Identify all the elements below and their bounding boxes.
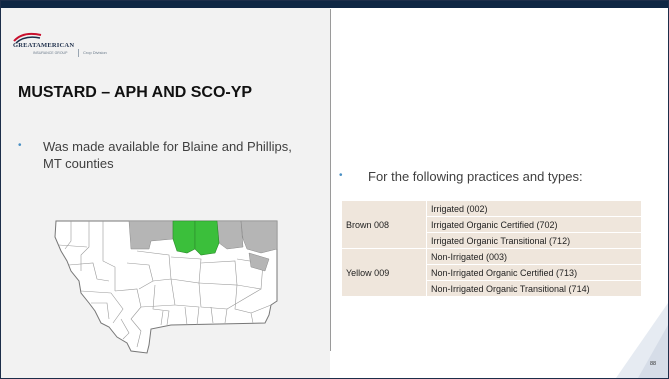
highlighted-counties <box>172 220 220 256</box>
county-phillips <box>194 220 220 256</box>
right-bullet-text: For the following practices and types: <box>368 169 583 184</box>
page-number: 88 <box>650 361 657 367</box>
left-bullet-text: Was made available for Blaine and Philli… <box>43 139 292 171</box>
logo-sub-text: INSURANCE GROUP <box>33 51 68 55</box>
practices-table: Brown 008 Irrigated (002) Irrigated Orga… <box>341 200 642 297</box>
type-cell: Yellow 009 <box>341 248 427 297</box>
table-row: Yellow 009 Non-Irrigated (003) <box>341 248 642 297</box>
practice-cell: Non-Irrigated Organic Certified (713) <box>426 264 642 281</box>
corner-decoration <box>616 303 668 378</box>
type-cell: Brown 008 <box>341 200 427 249</box>
panel-divider <box>330 9 331 351</box>
logo-main-text: GREATAMERICAN <box>13 42 75 49</box>
bullet-icon: • <box>339 170 343 181</box>
logo-divider <box>78 49 79 57</box>
logo-crop-text: Crop Division <box>83 50 107 55</box>
slide-title: MUSTARD – APH AND SCO-YP <box>18 84 253 101</box>
company-logo: GREATAMERICAN INSURANCE GROUP Crop Divis… <box>13 29 123 61</box>
county-blaine <box>172 220 196 254</box>
slide: GREATAMERICAN INSURANCE GROUP Crop Divis… <box>0 0 669 379</box>
practice-cell: Non-Irrigated Organic Transitional (714) <box>426 280 642 297</box>
table-row: Brown 008 Irrigated (002) <box>341 200 642 249</box>
header-bar <box>1 1 668 8</box>
bullet-icon: • <box>18 140 22 151</box>
practice-cell: Irrigated (002) <box>426 200 642 217</box>
practice-cell: Non-Irrigated (003) <box>426 248 642 265</box>
montana-county-map <box>54 220 278 354</box>
practice-cell: Irrigated Organic Transitional (712) <box>426 232 642 249</box>
practice-cell: Irrigated Organic Certified (702) <box>426 216 642 233</box>
